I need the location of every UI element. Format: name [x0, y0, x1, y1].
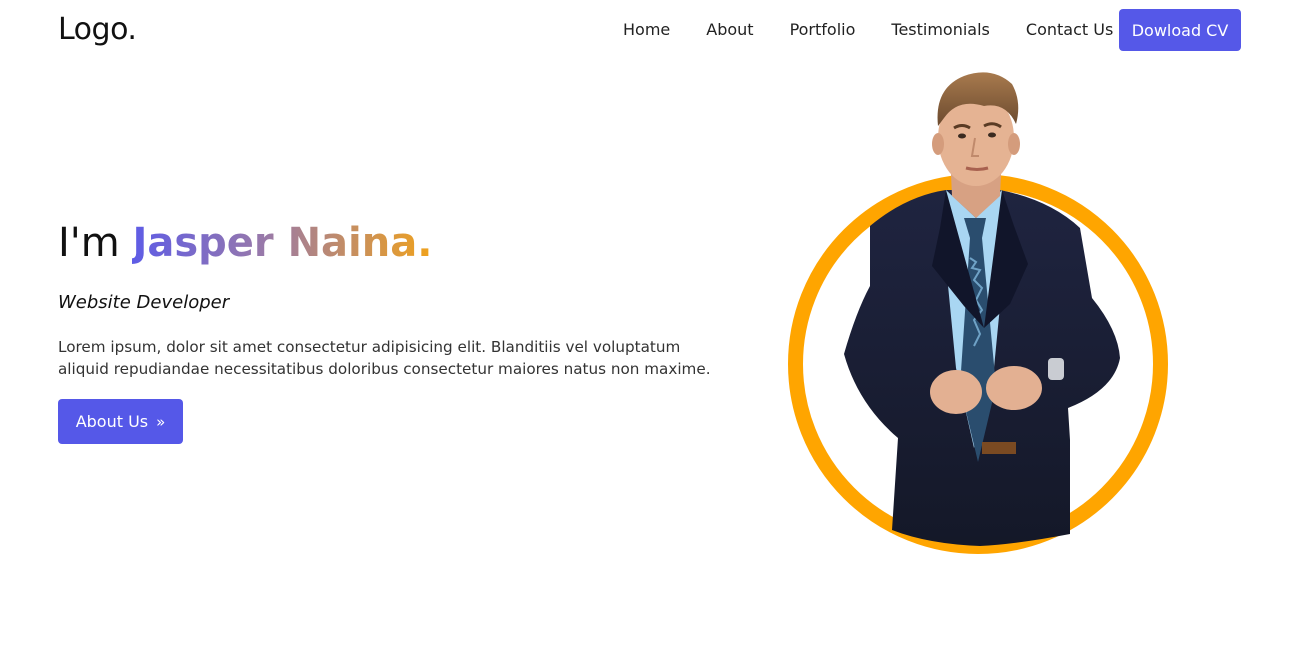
page: Logo. Home About Portfolio Testimonials … [0, 0, 1302, 645]
nav-testimonials-link[interactable]: Testimonials [891, 20, 990, 39]
double-chevron-right-icon: » [156, 412, 166, 431]
about-us-button[interactable]: About Us » [58, 399, 183, 444]
hero-name: Jasper Naina. [132, 220, 433, 266]
nav-contact-link[interactable]: Contact Us [1026, 20, 1113, 39]
hero-description: Lorem ipsum, dolor sit amet consectetur … [58, 338, 711, 378]
portrait [788, 68, 1168, 554]
portrait-photo [844, 72, 1120, 546]
hero-title: I'm Jasper Naina. [58, 220, 432, 266]
download-cv-button[interactable]: Dowload CV [1119, 9, 1241, 51]
about-us-label: About Us [75, 412, 149, 431]
nav-about-link[interactable]: About [706, 20, 753, 39]
hero-greeting: I'm [58, 220, 133, 266]
hero-role: Website Developer [58, 292, 230, 313]
nav-home-link[interactable]: Home [623, 20, 670, 39]
logo[interactable]: Logo. [58, 12, 137, 47]
main-nav: Home About Portfolio Testimonials Contac… [623, 20, 1113, 39]
nav-portfolio-link[interactable]: Portfolio [790, 20, 856, 39]
